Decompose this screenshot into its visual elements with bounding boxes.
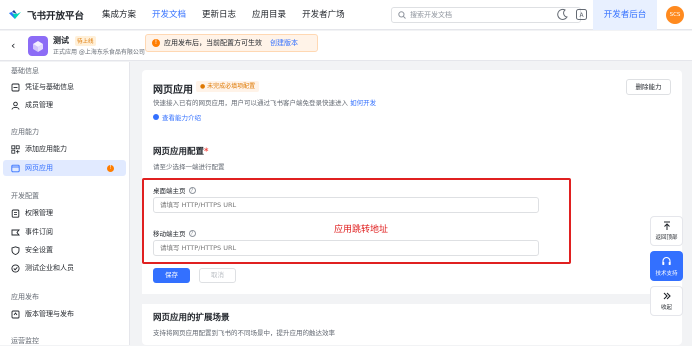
sidebar-section-capabilities: 应用能力 bbox=[11, 128, 39, 136]
publish-notice: ! 应用发布后，当前配置方可生效 创建版本 bbox=[145, 34, 318, 52]
save-button[interactable]: 保存 bbox=[153, 268, 190, 283]
app-status-tag: 待上线 bbox=[75, 36, 96, 46]
cancel-button[interactable]: 取消 bbox=[199, 268, 236, 283]
back-to-top-button[interactable]: 返回顶部 bbox=[650, 216, 683, 246]
svg-text:A: A bbox=[579, 12, 584, 19]
app-icon bbox=[28, 36, 48, 56]
required-mark: * bbox=[204, 147, 209, 157]
sidebar-item-label: 凭证与基础信息 bbox=[25, 83, 74, 91]
top-navigation-bar: 飞书开放平台 集成方案 开发文档 更新日志 应用目录 开发者广场 搜索开发文档 … bbox=[0, 0, 692, 30]
status-badge-text: 未完成必填项配置 bbox=[207, 83, 256, 90]
section-divider bbox=[142, 294, 682, 304]
user-icon bbox=[11, 101, 20, 110]
extension-title: 网页应用的扩展场景 bbox=[153, 313, 230, 323]
notice-text: 应用发布后，当前配置方可生效 bbox=[164, 39, 262, 47]
collapse-button[interactable]: 收起 bbox=[650, 286, 683, 316]
language-icon[interactable]: A bbox=[575, 8, 588, 21]
app-subtitle: 正式应用 @上海东乐食品有限公司 bbox=[53, 49, 145, 56]
description-text: 快速接入已有的网页应用，用户可以通过飞书客户端免登录快速进入 bbox=[153, 99, 348, 107]
sidebar-item-label: 成员管理 bbox=[25, 101, 53, 109]
collapse-label: 收起 bbox=[660, 305, 672, 311]
developer-console-button[interactable]: 开发者后台 bbox=[593, 0, 657, 30]
back-arrow-icon[interactable]: ‹ bbox=[11, 39, 15, 52]
arrow-up-icon bbox=[663, 221, 670, 230]
nav-docs[interactable]: 开发文档 bbox=[152, 0, 186, 30]
event-icon bbox=[11, 228, 20, 237]
config-title: 网页应用配置* bbox=[153, 145, 208, 157]
how-to-develop-link[interactable]: 如何开发 bbox=[350, 99, 376, 107]
main-nav: 集成方案 开发文档 更新日志 应用目录 开发者广场 bbox=[102, 0, 361, 30]
sidebar-item-add-capability[interactable]: 添加应用能力 bbox=[3, 141, 126, 157]
sidebar-item-permissions[interactable]: 权限管理 bbox=[3, 205, 126, 221]
avatar[interactable]: SCS bbox=[666, 6, 684, 24]
search-icon bbox=[398, 11, 406, 19]
sidebar-section-release: 应用发布 bbox=[11, 293, 39, 301]
nav-app-directory[interactable]: 应用目录 bbox=[252, 0, 286, 30]
web-app-icon bbox=[11, 164, 20, 173]
main-panel: 网页应用 ● 未完成必填项配置 删除能力 快速接入已有的网页应用，用户可以通过飞… bbox=[142, 70, 682, 345]
logo-text: 飞书开放平台 bbox=[27, 10, 85, 22]
version-icon bbox=[11, 310, 20, 319]
test-icon bbox=[11, 263, 20, 273]
annotation-label: 应用跳转地址 bbox=[334, 225, 389, 235]
sidebar-item-events[interactable]: 事件订阅 bbox=[3, 224, 126, 240]
sidebar-item-label: 网页应用 bbox=[25, 164, 53, 172]
capability-intro-link[interactable]: 查看能力介绍 bbox=[153, 112, 201, 122]
sidebar-section-basic: 基础信息 bbox=[11, 67, 39, 75]
sidebar-item-label: 测试企业和人员 bbox=[25, 264, 74, 272]
intro-link-text: 查看能力介绍 bbox=[162, 114, 201, 122]
shield-icon bbox=[11, 245, 20, 255]
nav-solutions[interactable]: 集成方案 bbox=[102, 0, 136, 30]
sidebar-item-test-tenants[interactable]: 测试企业和人员 bbox=[3, 260, 126, 276]
page-title: 网页应用 bbox=[153, 85, 193, 96]
feishu-logo-icon bbox=[9, 9, 21, 19]
annotation-box bbox=[142, 178, 571, 264]
headset-icon bbox=[662, 256, 671, 265]
sidebar-item-label: 版本管理与发布 bbox=[25, 310, 74, 318]
sidebar-item-label: 事件订阅 bbox=[25, 228, 53, 236]
extension-subtitle: 支持将网页应用配置到飞书的不同场景中，提升应用的触达效率 bbox=[153, 329, 335, 337]
app-name: 测试 bbox=[53, 36, 69, 45]
status-badge: ● 未完成必填项配置 bbox=[196, 81, 260, 92]
delete-capability-button[interactable]: 删除能力 bbox=[626, 79, 671, 95]
create-version-link[interactable]: 创建版本 bbox=[270, 38, 298, 48]
moon-icon[interactable] bbox=[556, 8, 569, 21]
credentials-icon bbox=[11, 83, 20, 92]
sidebar-section-dev-config: 开发配置 bbox=[11, 192, 39, 200]
double-chevron-right-icon bbox=[663, 292, 671, 300]
tech-support-label: 技术支持 bbox=[655, 270, 678, 277]
sidebar-item-versions[interactable]: 版本管理与发布 bbox=[3, 306, 126, 322]
permission-icon bbox=[11, 209, 20, 218]
search-input[interactable]: 搜索开发文档 bbox=[391, 7, 581, 23]
nav-developer-square[interactable]: 开发者广场 bbox=[302, 0, 345, 30]
search-placeholder: 搜索开发文档 bbox=[410, 11, 452, 19]
tech-support-button[interactable]: 技术支持 bbox=[650, 251, 683, 281]
info-icon bbox=[153, 114, 159, 120]
config-title-text: 网页应用配置 bbox=[153, 147, 205, 157]
sidebar-item-label: 添加应用能力 bbox=[25, 145, 67, 153]
sidebar-item-credentials[interactable]: 凭证与基础信息 bbox=[3, 79, 126, 95]
sidebar-item-label: 权限管理 bbox=[25, 209, 53, 217]
back-to-top-label: 返回顶部 bbox=[655, 235, 678, 241]
warning-badge: ! bbox=[107, 164, 114, 172]
sidebar: 基础信息 凭证与基础信息 成员管理 应用能力 添加应用能力 网页应用 ! 开发配… bbox=[0, 62, 130, 345]
logo[interactable]: 飞书开放平台 bbox=[8, 8, 90, 22]
app-header: ‹ 测试 待上线 正式应用 @上海东乐食品有限公司 bbox=[0, 31, 692, 61]
sidebar-item-web-app[interactable]: 网页应用 ! bbox=[3, 160, 126, 176]
sidebar-item-members[interactable]: 成员管理 bbox=[3, 97, 126, 113]
config-subtitle: 请至少选择一端进行配置 bbox=[153, 163, 225, 171]
sidebar-item-label: 安全设置 bbox=[25, 246, 53, 254]
grid-add-icon bbox=[11, 144, 20, 154]
sidebar-item-security[interactable]: 安全设置 bbox=[3, 242, 126, 258]
page-description: 快速接入已有的网页应用，用户可以通过飞书客户端免登录快速进入 如何开发 bbox=[153, 97, 376, 107]
warning-icon: ! bbox=[152, 39, 160, 47]
nav-changelog[interactable]: 更新日志 bbox=[202, 0, 236, 30]
